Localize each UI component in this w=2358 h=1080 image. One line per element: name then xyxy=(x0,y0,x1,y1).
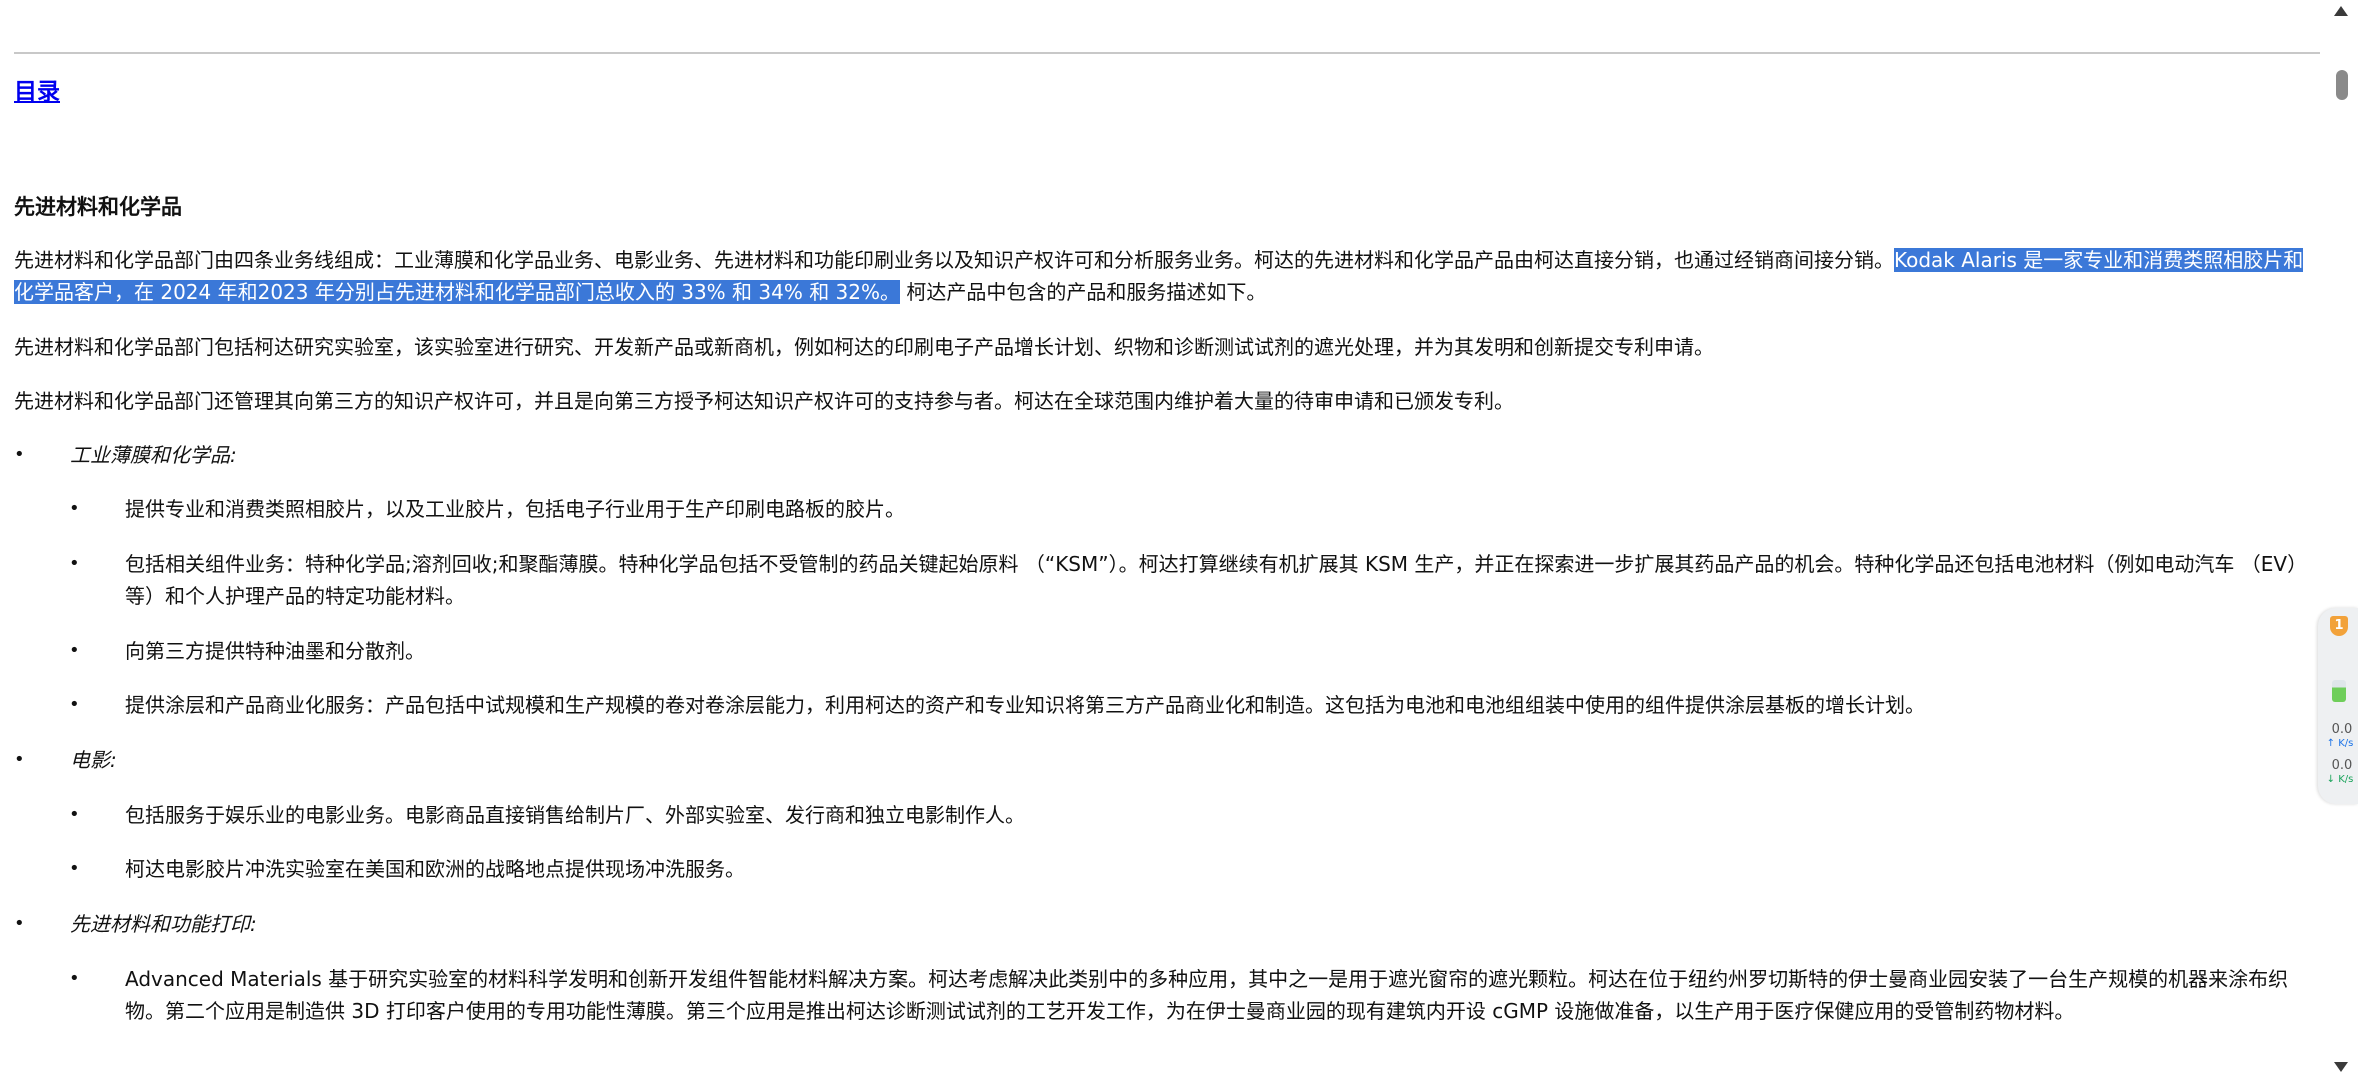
bullet: • xyxy=(69,804,80,825)
bullet: • xyxy=(14,913,25,934)
download-unit: ↓ K/s xyxy=(2326,774,2354,785)
paragraph-1: 先进材料和化学品部门由四条业务线组成：工业薄膜和化学品业务、电影业务、先进材料和… xyxy=(14,244,2314,308)
bullet: • xyxy=(69,553,80,574)
battery-icon xyxy=(2332,680,2346,702)
download-speed: 0.0 xyxy=(2331,758,2353,773)
bullet: • xyxy=(14,444,25,465)
list-item: 提供专业和消费类照相胶片，以及工业胶片，包括电子行业用于生产印刷电路板的胶片。 xyxy=(125,497,905,521)
bullet: • xyxy=(69,498,80,519)
horizontal-rule xyxy=(14,52,2320,54)
list-item: 向第三方提供特种油墨和分散剂。 xyxy=(125,639,425,663)
scroll-up-arrow-icon[interactable] xyxy=(2334,6,2348,16)
category-title: 工业薄膜和化学品: xyxy=(70,443,237,467)
bullet: • xyxy=(14,749,25,770)
scrollbar-thumb[interactable] xyxy=(2336,70,2348,100)
list-item: 柯达电影胶片冲洗实验室在美国和欧洲的战略地点提供现场冲洗服务。 xyxy=(125,857,745,881)
bullet: • xyxy=(69,694,80,715)
list-item: 包括服务于娱乐业的电影业务。电影商品直接销售给制片厂、外部实验室、发行商和独立电… xyxy=(125,803,1025,827)
scroll-down-arrow-icon[interactable] xyxy=(2334,1062,2348,1072)
category-title: 先进材料和功能打印: xyxy=(70,912,257,936)
upload-speed: 0.0 xyxy=(2331,722,2353,737)
category-title: 电影: xyxy=(70,748,117,772)
list-item: Advanced Materials 基于研究实验室的材料科学发明和创新开发组件… xyxy=(125,967,2289,1023)
bullet: • xyxy=(69,968,80,989)
paragraph-1-text: 先进材料和化学品部门由四条业务线组成：工业薄膜和化学品业务、电影业务、先进材料和… xyxy=(14,248,1894,272)
paragraph-3: 先进材料和化学品部门还管理其向第三方的知识产权许可，并且是向第三方授予柯达知识产… xyxy=(14,389,1514,413)
section-heading: 先进材料和化学品 xyxy=(14,195,182,219)
selected-text: Kodak Alaris 是一家专 xyxy=(1894,248,2104,272)
list-item: 包括相关组件业务：特种化学品;溶剂回收;和聚酯薄膜。特种化学品包括不受管制的药品… xyxy=(125,552,2308,608)
bullet: • xyxy=(69,640,80,661)
paragraph-2: 先进材料和化学品部门包括柯达研究实验室，该实验室进行研究、开发新产品或新商机，例… xyxy=(14,335,1714,359)
toc-link[interactable]: 目录 xyxy=(14,72,60,106)
network-monitor-widget[interactable]: 1 0.0 ↑ K/s 0.0 ↓ K/s xyxy=(2318,608,2358,804)
bullet: • xyxy=(69,858,80,879)
upload-unit: ↑ K/s xyxy=(2326,738,2354,749)
shield-badge-icon: 1 xyxy=(2330,616,2348,636)
document-view: 目录 先进材料和化学品 先进材料和化学品部门由四条业务线组成：工业薄膜和化学品业… xyxy=(0,0,2320,1080)
list-item: 提供涂层和产品商业化服务：产品包括中试规模和生产规模的卷对卷涂层能力，利用柯达的… xyxy=(125,693,1925,717)
paragraph-1-tail: 柯达产品中包含的产品和服务描述如下。 xyxy=(900,280,1267,304)
